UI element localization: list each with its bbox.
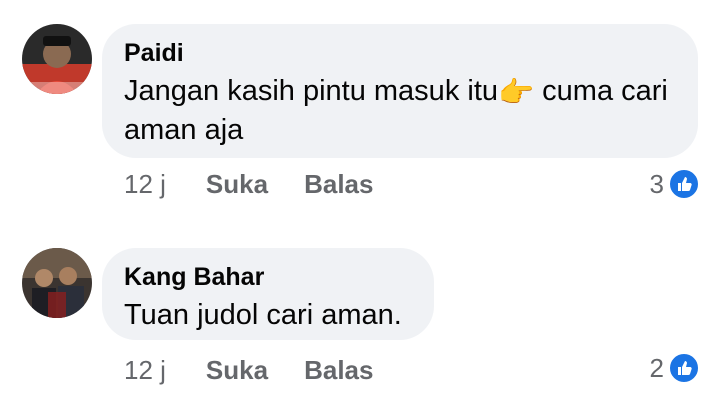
comment-timestamp[interactable]: 12 j xyxy=(124,168,166,200)
comment-actions: 12 j Suka Balas xyxy=(124,354,373,386)
comment-bubble: Kang Bahar Tuan judol cari aman. xyxy=(102,248,434,340)
comment-actions: 12 j Suka Balas xyxy=(124,168,373,200)
like-button[interactable]: Suka xyxy=(206,354,268,386)
like-button[interactable]: Suka xyxy=(206,168,268,200)
comment-author[interactable]: Paidi xyxy=(124,38,676,68)
reply-button[interactable]: Balas xyxy=(304,168,373,200)
reaction-summary[interactable]: 3 xyxy=(650,168,700,200)
avatar-image xyxy=(22,24,92,94)
reply-button[interactable]: Balas xyxy=(304,354,373,386)
reaction-count: 3 xyxy=(649,168,664,199)
avatar-image xyxy=(22,248,92,318)
like-icon xyxy=(668,168,700,200)
comment-text: Jangan kasih pintu masuk itu👉 cuma cari … xyxy=(124,72,676,149)
like-icon xyxy=(668,352,700,384)
avatar[interactable] xyxy=(22,248,92,318)
comment-author[interactable]: Kang Bahar xyxy=(124,262,412,292)
comment-text-part: Tuan judol cari aman. xyxy=(124,299,402,331)
pointing-right-emoji: 👉 xyxy=(498,75,535,109)
comment-bubble: Paidi Jangan kasih pintu masuk itu👉 cuma… xyxy=(102,24,698,158)
comment-text-part: Jangan kasih pintu masuk itu xyxy=(124,75,498,107)
reaction-summary[interactable]: 2 xyxy=(650,352,700,384)
reaction-count: 2 xyxy=(649,352,664,383)
avatar[interactable] xyxy=(22,24,92,94)
comment-timestamp[interactable]: 12 j xyxy=(124,354,166,386)
comment-text: Tuan judol cari aman. xyxy=(124,296,412,334)
